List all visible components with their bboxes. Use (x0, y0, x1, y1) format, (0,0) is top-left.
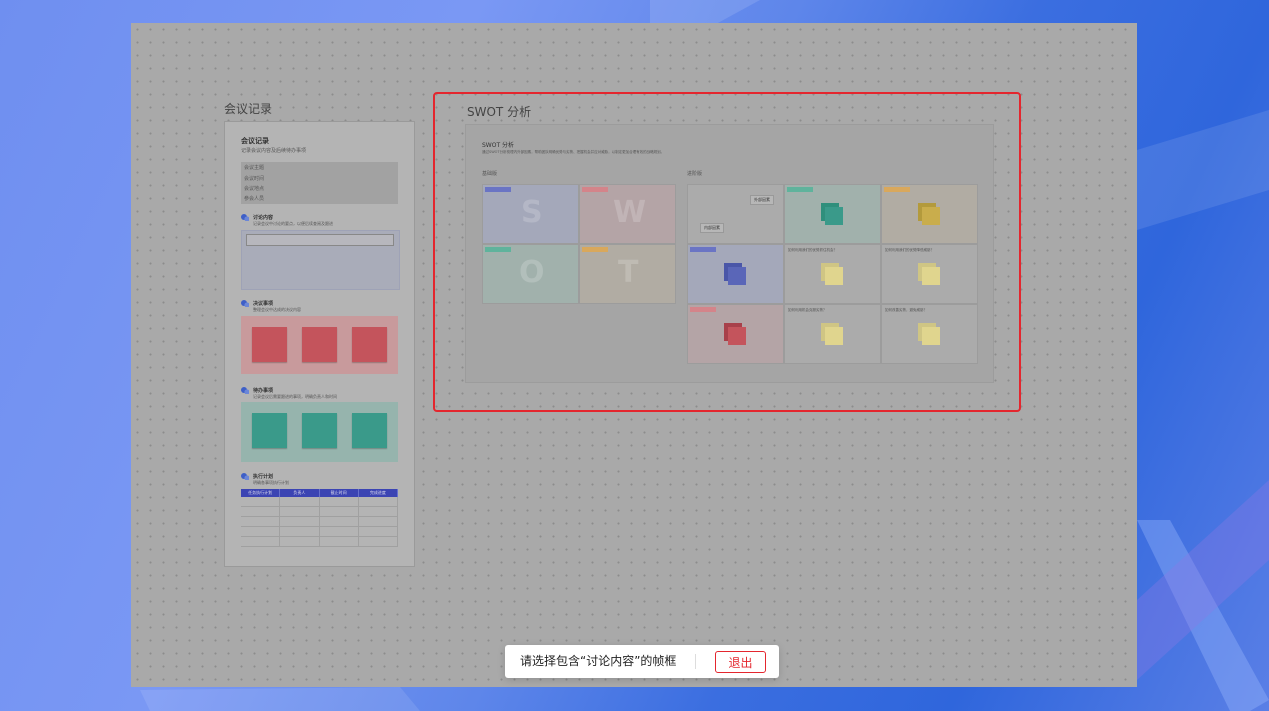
table-header-cell: 截止时间 (320, 489, 359, 497)
frame-title-meeting[interactable]: 会议记录 (224, 100, 272, 117)
sticky-note[interactable] (352, 327, 387, 362)
table-row[interactable] (241, 537, 398, 547)
info-row: 参会人员 (244, 196, 265, 202)
info-row: 会议地点 (244, 186, 265, 192)
doc-subtitle: 记录会议内容及后续待办事项 (241, 148, 307, 154)
table-header-cell: 完成进度 (359, 489, 398, 497)
sticky-note[interactable] (352, 413, 387, 448)
section-title: 执行计划 (253, 474, 274, 480)
selection-prompt-toolbar: 请选择包含“讨论内容”的帧框 退出 (505, 645, 779, 678)
section-desc: 整理会议中达成的决议内容 (253, 307, 301, 312)
section-title: 讨论内容 (253, 215, 274, 221)
section-desc: 记录会议后需要跟进的事项，明确负责人和时间 (253, 394, 337, 399)
section-desc: 明确各事项执行计划 (253, 480, 289, 485)
table-row[interactable] (241, 507, 398, 517)
table-header-cell: 任务执行计划 (241, 489, 281, 497)
info-row: 会议时间 (244, 176, 265, 182)
chat-icon (241, 387, 249, 394)
info-box (241, 162, 398, 204)
sticky-note[interactable] (252, 327, 287, 362)
sticky-note[interactable] (302, 413, 337, 448)
chat-icon (241, 300, 249, 307)
sticky-note[interactable] (252, 413, 287, 448)
table-header-cell: 负责人 (280, 489, 320, 497)
sticky-note[interactable] (302, 327, 337, 362)
section-desc: 记录会议中讨论的要点，以便后续查阅及跟进 (253, 221, 333, 226)
chat-icon (241, 473, 249, 480)
table-row[interactable] (241, 517, 398, 527)
section-title: 待办事项 (253, 388, 274, 394)
table-row[interactable] (241, 527, 398, 537)
info-row: 会议主题 (244, 165, 265, 171)
frame-selection-highlight[interactable] (433, 92, 1021, 412)
section-title: 决议事项 (253, 301, 274, 307)
exit-button[interactable]: 退出 (715, 651, 766, 673)
chat-icon (241, 214, 249, 221)
doc-heading: 会议记录 (241, 137, 269, 145)
meeting-record-frame[interactable]: 会议记录 记录会议内容及后续待办事项 会议主题 会议时间 会议地点 参会人员 讨… (224, 121, 415, 567)
plan-table-header: 任务执行计划 负责人 截止时间 完成进度 (241, 489, 398, 497)
discussion-input-box[interactable] (246, 234, 394, 246)
table-row[interactable] (241, 497, 398, 507)
selection-prompt-text: 请选择包含“讨论内容”的帧框 (520, 654, 677, 668)
toolbar-divider (695, 654, 696, 669)
